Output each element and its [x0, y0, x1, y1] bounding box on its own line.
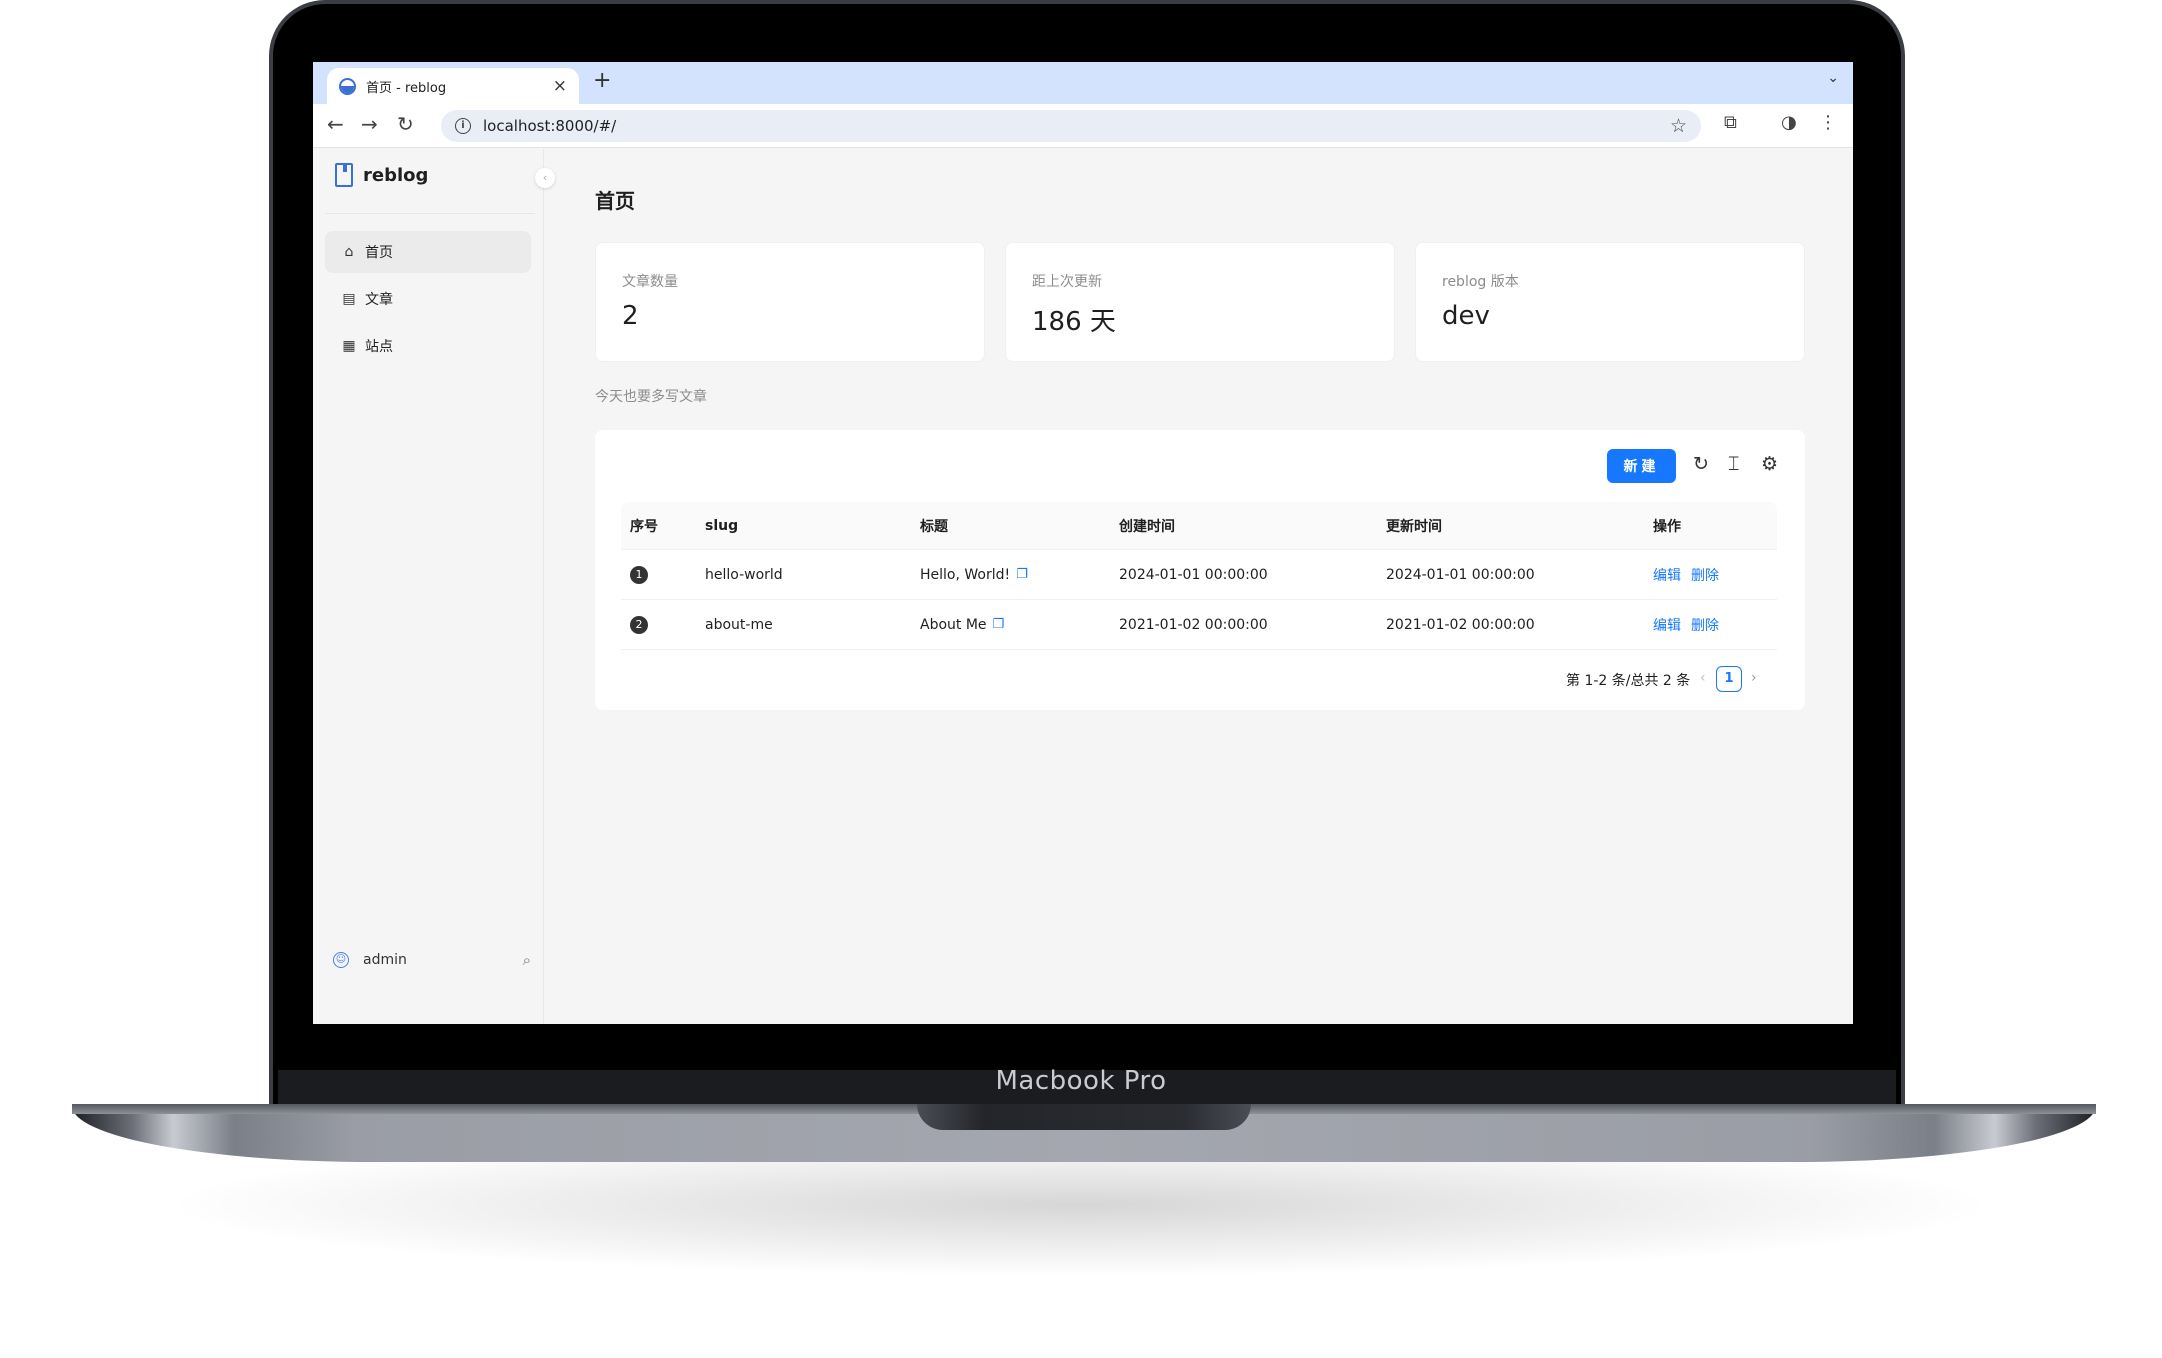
- profile-icon[interactable]: ◑: [1781, 112, 1797, 133]
- home-icon: ⌂: [344, 244, 354, 260]
- row-index: 1: [630, 565, 648, 584]
- row-slug: about-me: [705, 616, 773, 633]
- user-name[interactable]: admin: [363, 952, 523, 968]
- column-header-created: 创建时间: [1119, 518, 1175, 535]
- bookmark-star-icon[interactable]: ☆: [1670, 115, 1687, 137]
- stat-value: dev: [1442, 301, 1490, 331]
- divider: [325, 213, 535, 214]
- stat-label: reblog 版本: [1442, 274, 1519, 290]
- stat-card-article-count: 文章数量 2: [595, 242, 985, 362]
- browser-tabstrip: 首页 - reblog × + ⌄: [313, 62, 1853, 104]
- motto-text: 今天也要多写文章: [595, 389, 707, 405]
- pagination-page-1[interactable]: 1: [1716, 666, 1742, 692]
- column-header-index: 序号: [630, 518, 658, 535]
- laptop-notch: [917, 1104, 1251, 1130]
- stat-value: 2: [622, 301, 639, 331]
- screen: 首页 - reblog × + ⌄ ← → ↻ i localhost:8000…: [313, 62, 1853, 1024]
- extensions-icon[interactable]: ⧉: [1724, 112, 1737, 133]
- copy-icon[interactable]: ❐: [1016, 567, 1028, 582]
- row-updated: 2021-01-02 00:00:00: [1386, 616, 1535, 633]
- back-icon[interactable]: ←: [327, 112, 344, 136]
- stat-card-last-update: 距上次更新 186 天: [1005, 242, 1395, 362]
- articles-table: 序号 slug 标题 创建时间 更新时间 操作 1 hello-world He…: [621, 502, 1777, 650]
- search-icon[interactable]: ⌕: [523, 951, 531, 969]
- edit-link[interactable]: 编辑: [1653, 565, 1681, 585]
- sidebar-item-label: 站点: [365, 339, 393, 355]
- new-article-button[interactable]: 新建: [1607, 449, 1676, 483]
- row-slug: hello-world: [705, 566, 783, 583]
- delete-link[interactable]: 删除: [1691, 615, 1719, 635]
- address-bar[interactable]: i localhost:8000/#/ ☆: [441, 110, 1701, 142]
- articles-table-card: 新建 ↻ ⌶ ⚙ 序号 slug 标题 创建时间 更新时间 操作 1 hello…: [595, 430, 1805, 710]
- column-header-slug: slug: [705, 517, 739, 534]
- avatar-icon[interactable]: ☺: [333, 952, 349, 968]
- close-icon[interactable]: ×: [553, 76, 567, 96]
- bookmark-logo-icon: [335, 163, 353, 187]
- column-header-updated: 更新时间: [1386, 518, 1442, 535]
- page-title: 首页: [595, 189, 635, 213]
- sidebar-item-articles[interactable]: ▤ 文章: [325, 278, 531, 320]
- info-icon[interactable]: i: [455, 118, 471, 134]
- app-name: reblog: [363, 164, 429, 186]
- app-logo[interactable]: reblog: [335, 163, 428, 187]
- apps-icon: ▦: [342, 338, 356, 354]
- density-icon[interactable]: ⌶: [1728, 453, 1739, 475]
- tab-title: 首页 - reblog: [366, 80, 447, 96]
- edit-link[interactable]: 编辑: [1653, 615, 1681, 635]
- table-row: 2 about-me About Me ❐ 2021-01-02 00:00:0…: [621, 600, 1777, 650]
- row-title: Hello, World!: [920, 566, 1011, 583]
- pagination-total: 第 1-2 条/总共 2 条: [1566, 673, 1691, 689]
- row-updated: 2024-01-01 00:00:00: [1386, 566, 1535, 583]
- new-tab-button[interactable]: +: [593, 68, 611, 93]
- pagination-prev-icon[interactable]: ‹: [1700, 670, 1706, 686]
- table-header-row: 序号 slug 标题 创建时间 更新时间 操作: [621, 502, 1777, 550]
- url-text[interactable]: localhost:8000/#/: [483, 117, 1670, 135]
- sidebar-item-label: 文章: [365, 292, 393, 308]
- row-created: 2021-01-02 00:00:00: [1119, 616, 1268, 633]
- sidebar-item-label: 首页: [365, 245, 393, 261]
- column-header-title: 标题: [920, 518, 948, 535]
- pagination-next-icon[interactable]: ›: [1751, 670, 1757, 686]
- app: reblog ‹ ⌂ 首页 ▤ 文章 ▦ 站点 ☺ admin ⌕ 首页 文章数…: [313, 149, 1853, 1024]
- device-label: Macbook Pro: [995, 1066, 1167, 1096]
- stat-card-version: reblog 版本 dev: [1415, 242, 1805, 362]
- browser-tab[interactable]: 首页 - reblog ×: [327, 68, 579, 104]
- stat-label: 文章数量: [622, 274, 678, 290]
- more-menu-icon[interactable]: ⋮: [1819, 112, 1837, 133]
- book-icon: ▤: [342, 291, 356, 307]
- delete-link[interactable]: 删除: [1691, 565, 1719, 585]
- column-header-actions: 操作: [1653, 518, 1681, 535]
- favicon-icon: [339, 77, 356, 95]
- row-title: About Me: [920, 616, 987, 633]
- forward-icon[interactable]: →: [361, 112, 378, 136]
- stat-value: 186 天: [1032, 307, 1116, 337]
- sidebar-item-sites[interactable]: ▦ 站点: [325, 325, 531, 367]
- browser-toolbar: ← → ↻ i localhost:8000/#/ ☆ ⧉ ◑ ⋮: [313, 104, 1853, 148]
- settings-icon[interactable]: ⚙: [1761, 453, 1778, 475]
- sidebar: reblog ‹ ⌂ 首页 ▤ 文章 ▦ 站点 ☺ admin ⌕: [313, 149, 555, 1024]
- table-row: 1 hello-world Hello, World! ❐ 2024-01-01…: [621, 550, 1777, 600]
- sidebar-item-home[interactable]: ⌂ 首页: [325, 231, 531, 273]
- copy-icon[interactable]: ❐: [993, 617, 1005, 632]
- reload-icon[interactable]: ↻: [397, 112, 414, 136]
- stat-label: 距上次更新: [1032, 274, 1102, 290]
- row-created: 2024-01-01 00:00:00: [1119, 566, 1268, 583]
- main-content: 首页 文章数量 2 距上次更新 186 天 reblog 版本 dev 今天也要…: [544, 149, 1853, 1024]
- reload-icon[interactable]: ↻: [1693, 453, 1709, 475]
- chevron-down-icon[interactable]: ⌄: [1827, 70, 1839, 86]
- row-index: 2: [630, 615, 648, 634]
- sidebar-footer: ☺ admin ⌕: [333, 951, 531, 969]
